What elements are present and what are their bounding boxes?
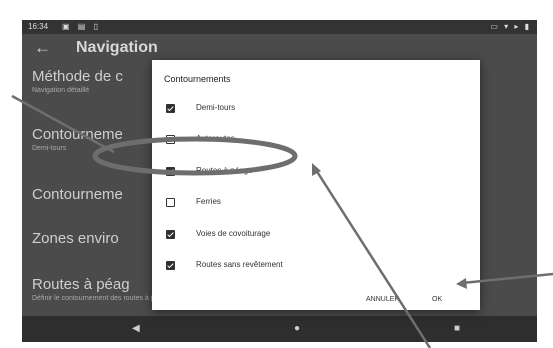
setting-title: Contourneme — [32, 186, 123, 203]
option-demi-tours[interactable]: Demi-tours — [164, 102, 464, 118]
checkbox[interactable] — [166, 261, 175, 270]
checkbox[interactable] — [166, 167, 175, 176]
option-label: Voies de covoiturage — [196, 229, 271, 238]
nav-back-icon[interactable]: ◀ — [132, 323, 140, 334]
nav-home-icon[interactable]: ● — [294, 323, 300, 334]
notification-icons: ▣ ▤ ▯ — [62, 22, 101, 31]
setting-title: Zones enviro — [32, 230, 119, 247]
option-label: Demi-tours — [196, 103, 236, 112]
setting-subtitle: Navigation détaillé — [32, 87, 90, 94]
avoidances-dialog: Contournements Demi-tours Autoroutes Rou… — [152, 60, 480, 310]
option-label: Ferries — [196, 197, 221, 206]
setting-subtitle: Définir le contournement des routes à pé… — [32, 295, 171, 302]
back-arrow-icon[interactable]: ← — [34, 38, 51, 58]
android-nav-bar: ◀ ● ■ — [22, 316, 537, 342]
cancel-button[interactable]: ANNULER — [366, 296, 399, 303]
setting-zones-environnementales[interactable]: Zones enviro — [32, 230, 119, 247]
status-bar: 16:34 ▣ ▤ ▯ ▭ ▾ ▸ ▮ — [22, 20, 537, 34]
option-autoroutes[interactable]: Autoroutes — [164, 133, 464, 149]
setting-methode[interactable]: Méthode de c Navigation détaillé — [32, 68, 123, 94]
system-status-icons: ▭ ▾ ▸ ▮ — [490, 22, 531, 31]
nav-recents-icon[interactable]: ■ — [454, 323, 460, 334]
checkbox[interactable] — [166, 135, 175, 144]
setting-title: Méthode de c — [32, 68, 123, 85]
setting-routes-a-peage[interactable]: Routes à péag Définir le contournement d… — [32, 276, 170, 302]
status-time: 16:34 — [28, 22, 49, 31]
checkbox[interactable] — [166, 230, 175, 239]
setting-title: Contourneme — [32, 126, 123, 143]
option-label: Autoroutes — [196, 134, 235, 143]
device-screen: 16:34 ▣ ▤ ▯ ▭ ▾ ▸ ▮ ← Navigation Méthode… — [22, 20, 537, 342]
option-ferries[interactable]: Ferries — [164, 196, 464, 212]
setting-contournements[interactable]: Contourneme Demi-tours — [32, 126, 123, 152]
option-label: Routes à péage — [196, 166, 253, 175]
setting-contournements-2[interactable]: Contourneme — [32, 186, 123, 203]
option-voies-de-covoiturage[interactable]: Voies de covoiturage — [164, 228, 464, 244]
page-title: Navigation — [76, 39, 158, 56]
setting-subtitle: Demi-tours — [32, 145, 67, 152]
setting-title: Routes à péag — [32, 276, 130, 293]
option-label: Routes sans revêtement — [196, 260, 283, 269]
checkbox[interactable] — [166, 198, 175, 207]
ok-button[interactable]: OK — [432, 296, 442, 303]
option-routes-sans-revetement[interactable]: Routes sans revêtement — [164, 259, 464, 275]
checkbox[interactable] — [166, 104, 175, 113]
option-routes-a-peage[interactable]: Routes à péage — [164, 165, 464, 181]
dialog-title: Contournements — [164, 74, 231, 84]
